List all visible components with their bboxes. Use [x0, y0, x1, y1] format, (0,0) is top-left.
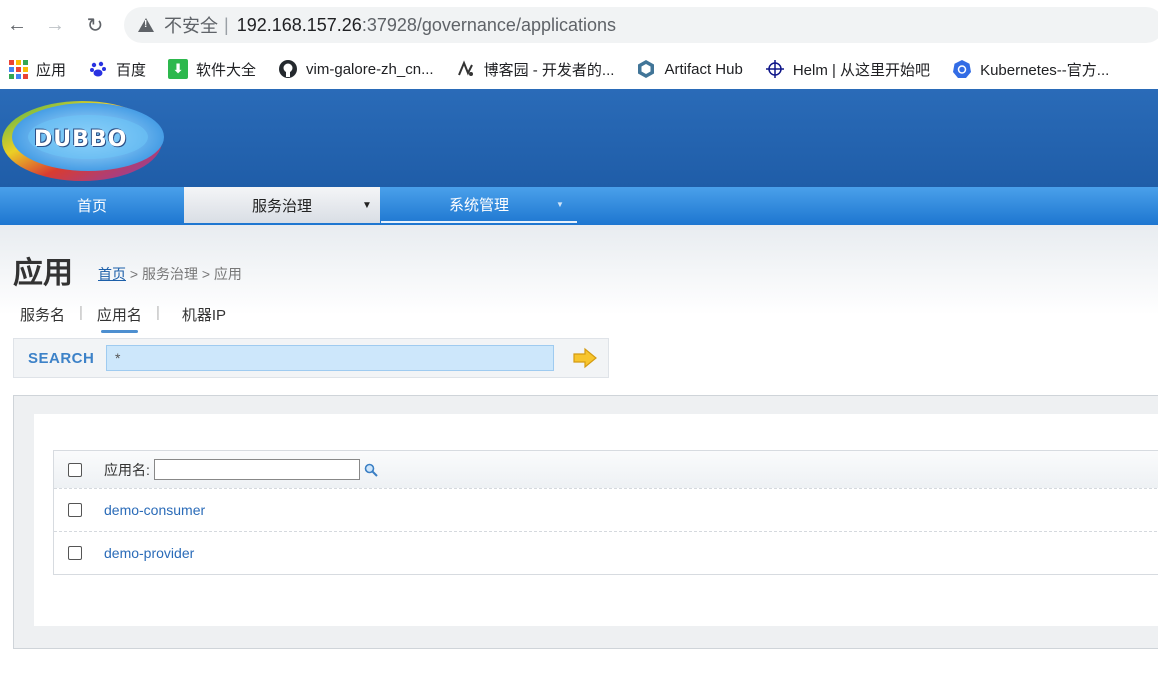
menu-system[interactable]: 系统管理 ▼: [381, 187, 577, 223]
tab-application-name[interactable]: 应用名: [97, 304, 142, 333]
page-title: 应用: [13, 257, 73, 290]
search-bar: SEARCH: [13, 338, 609, 378]
menu-governance-label: 服务治理: [251, 197, 312, 215]
tab-separator: |: [155, 304, 160, 321]
hexagon-icon: [636, 59, 656, 79]
search-go-arrow-icon[interactable]: [572, 347, 598, 369]
bookmarks-bar: 应用 百度 ⬇ 软件大全 vim-galore-zh_cn... 博客园 - 开…: [0, 50, 1158, 88]
dropdown-arrow-icon: ▼: [362, 200, 372, 211]
menu-system-label: 系统管理: [448, 196, 509, 214]
breadcrumb: 首页 > 服务治理 > 应用: [98, 264, 242, 284]
results-panel: 应用名: demo-consumer demo-provider: [13, 395, 1158, 649]
bookmark-apps[interactable]: 应用: [8, 59, 66, 80]
url-host: 192.168.157.26: [236, 14, 362, 35]
menu-home-label: 首页: [76, 197, 107, 215]
warning-icon: [138, 18, 154, 32]
kubernetes-icon: [952, 59, 972, 79]
main-menu: 首页 服务治理 ▼ 系统管理 ▼: [0, 187, 1158, 225]
insecure-label: 不安全: [164, 16, 218, 36]
bookmark-label: 应用: [36, 61, 67, 79]
search-type-tabs: 服务名 | 应用名 | 机器IP: [20, 304, 226, 333]
github-icon: [278, 59, 298, 79]
cnblogs-icon: [456, 59, 476, 79]
apps-grid-icon: [8, 59, 28, 79]
bookmark-vim-galore[interactable]: vim-galore-zh_cn...: [278, 59, 434, 79]
bookmark-artifact-hub[interactable]: Artifact Hub: [636, 59, 743, 79]
app-header: DUBBO: [0, 89, 1158, 187]
table-row: demo-provider: [54, 531, 1158, 574]
reload-icon[interactable]: ↻: [82, 12, 108, 38]
bookmark-label: Helm | 从这里开始吧: [792, 61, 931, 79]
column-header-app-name: 应用名:: [104, 461, 150, 478]
search-input[interactable]: [106, 345, 554, 371]
menu-home[interactable]: 首页: [0, 187, 184, 223]
dropdown-arrow-icon: ▼: [556, 200, 564, 209]
url-path: :37928/governance/applications: [361, 14, 617, 35]
table-header: 应用名:: [54, 451, 1158, 488]
results-panel-inner: 应用名: demo-consumer demo-provider: [34, 414, 1158, 626]
bookmark-cnblogs[interactable]: 博客园 - 开发者的...: [456, 59, 615, 80]
address-bar[interactable]: 不安全 | 192.168.157.26:37928/governance/ap…: [124, 7, 1158, 43]
bookmark-label: 百度: [116, 61, 147, 79]
tab-service-name[interactable]: 服务名: [20, 304, 65, 325]
forward-arrow-icon[interactable]: →: [42, 12, 68, 38]
search-label: SEARCH: [28, 350, 95, 367]
row-checkbox[interactable]: [68, 546, 82, 560]
bookmark-helm[interactable]: Helm | 从这里开始吧: [765, 59, 930, 80]
logo-text: DUBBO: [34, 127, 128, 152]
bookmark-label: 博客园 - 开发者的...: [483, 61, 615, 79]
menu-governance[interactable]: 服务治理 ▼: [184, 187, 380, 223]
download-icon: ⬇: [168, 59, 189, 79]
baidu-paw-icon: [88, 59, 108, 79]
bookmark-label: Artifact Hub: [664, 60, 743, 78]
bookmark-label: Kubernetes--官方...: [980, 61, 1110, 79]
tab-machine-ip[interactable]: 机器IP: [182, 304, 226, 325]
app-link[interactable]: demo-consumer: [104, 502, 205, 518]
bookmark-label: vim-galore-zh_cn...: [306, 60, 434, 78]
helm-wheel-icon: [765, 59, 785, 79]
bookmark-label: 软件大全: [196, 61, 257, 79]
search-icon[interactable]: [364, 463, 378, 477]
back-arrow-icon[interactable]: ←: [4, 12, 30, 38]
breadcrumb-home-link[interactable]: 首页: [98, 266, 126, 282]
row-checkbox[interactable]: [68, 503, 82, 517]
table-row: demo-consumer: [54, 488, 1158, 531]
bookmark-kubernetes[interactable]: Kubernetes--官方...: [952, 59, 1109, 80]
breadcrumb-trail: > 服务治理 > 应用: [126, 266, 242, 282]
app-name-filter-input[interactable]: [153, 459, 360, 480]
select-all-checkbox[interactable]: [68, 462, 82, 477]
app-link[interactable]: demo-provider: [104, 545, 194, 561]
applications-table: 应用名: demo-consumer demo-provider: [53, 450, 1158, 575]
bookmark-baidu[interactable]: 百度: [88, 59, 146, 80]
browser-toolbar: ← → ↻ 不安全 | 192.168.157.26:37928/governa…: [0, 0, 1158, 50]
tab-separator: |: [79, 304, 83, 321]
url-separator: |: [224, 14, 229, 35]
bookmark-software[interactable]: ⬇ 软件大全: [168, 59, 256, 80]
